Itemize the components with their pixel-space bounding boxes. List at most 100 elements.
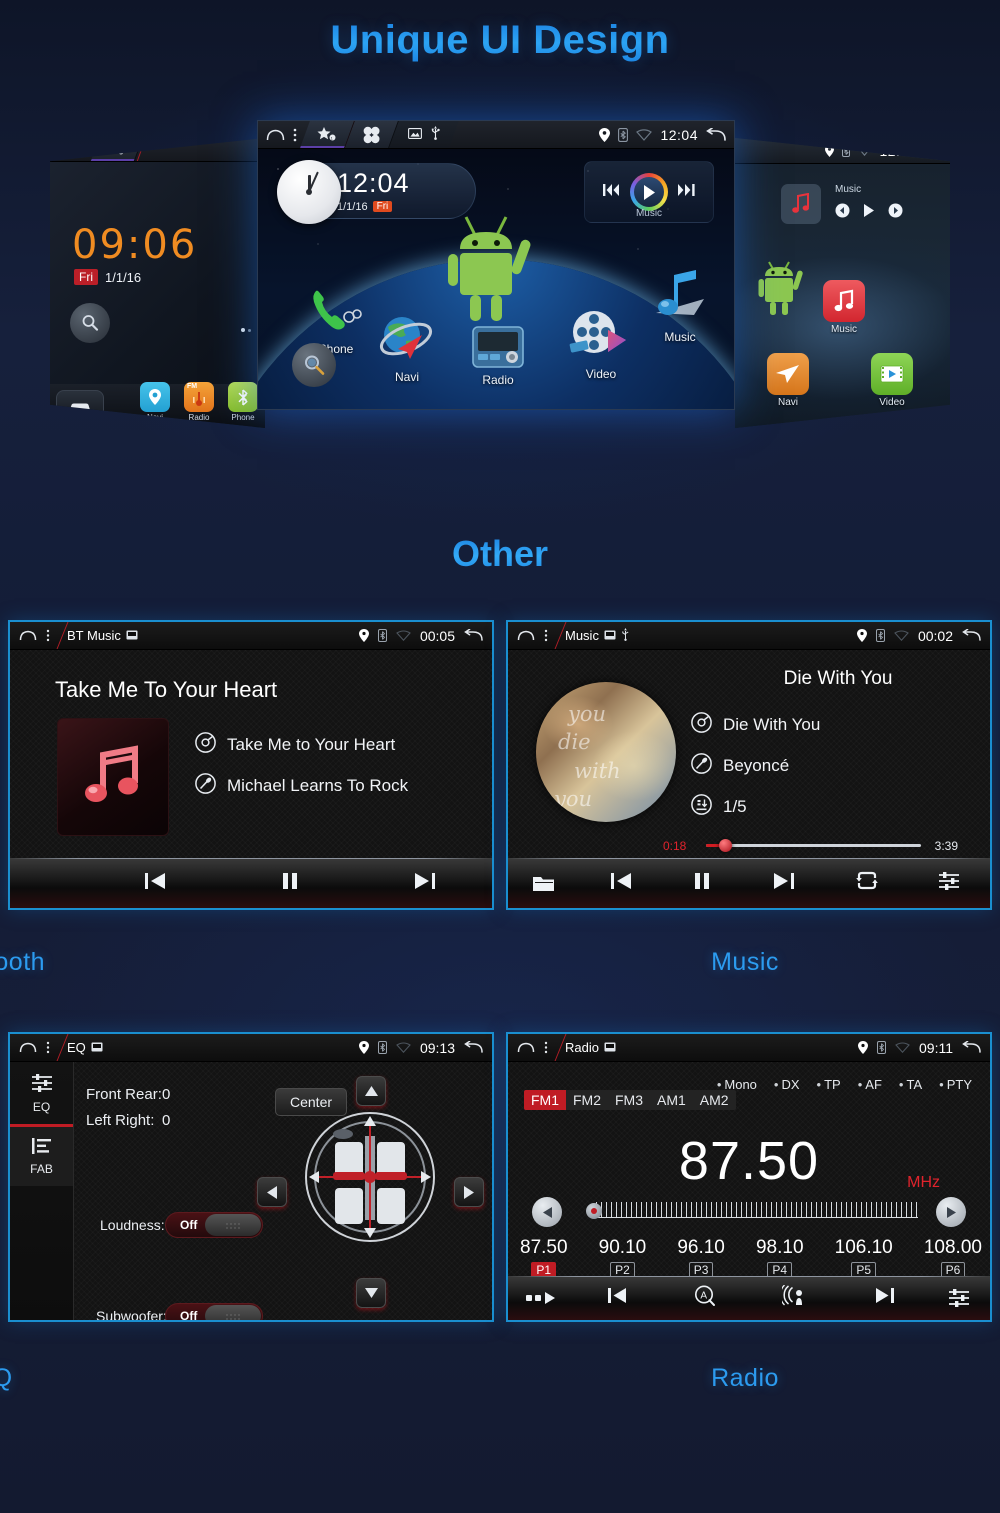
music-progress-bar[interactable]: [706, 839, 921, 852]
fader-balance-icon: [31, 1137, 53, 1158]
next-track-icon[interactable]: [678, 183, 695, 201]
apps-grid-icon[interactable]: [362, 126, 381, 144]
scan-list-icon[interactable]: [508, 1292, 574, 1304]
next-track-icon[interactable]: [412, 872, 436, 895]
next-track-icon[interactable]: [771, 872, 795, 895]
preset-1[interactable]: 87.50 P1: [520, 1237, 568, 1279]
rds-dx[interactable]: • DX: [774, 1077, 800, 1092]
equalizer-icon[interactable]: [928, 1288, 990, 1308]
back-arrow-icon[interactable]: [925, 144, 942, 157]
left-app-navi[interactable]: Navi: [138, 382, 172, 422]
home-icon[interactable]: [517, 1042, 535, 1053]
band-am1[interactable]: AM1: [650, 1090, 693, 1110]
home-icon[interactable]: [266, 129, 285, 141]
page-title: Unique UI Design: [0, 18, 1000, 63]
auto-search-icon[interactable]: A: [694, 1285, 716, 1312]
usb-icon[interactable]: [431, 126, 440, 143]
next-circle-icon[interactable]: [888, 203, 903, 223]
arrow-up-icon[interactable]: [356, 1076, 386, 1106]
equalizer-icon[interactable]: [938, 871, 960, 896]
band-fm1[interactable]: FM1: [524, 1090, 566, 1110]
previous-track-icon[interactable]: [144, 872, 168, 895]
right-app-navi[interactable]: Navi: [767, 353, 809, 408]
app-video[interactable]: Video: [558, 306, 644, 381]
app-navi[interactable]: Navi: [368, 313, 446, 384]
arrow-left-icon[interactable]: [257, 1177, 287, 1207]
previous-track-icon[interactable]: [607, 1287, 629, 1309]
rds-af[interactable]: • AF: [858, 1077, 882, 1092]
right-app-music[interactable]: Music: [823, 280, 865, 335]
pause-icon[interactable]: [693, 872, 711, 895]
preset-3[interactable]: 96.10 P3: [677, 1237, 725, 1279]
kebab-menu-icon[interactable]: [46, 629, 50, 642]
rds-tp[interactable]: • TP: [817, 1077, 841, 1092]
back-arrow-icon[interactable]: [464, 1041, 483, 1054]
fader-balance-pad[interactable]: [305, 1112, 435, 1242]
favorites-star-icon[interactable]: [109, 143, 124, 156]
play-icon[interactable]: [630, 173, 668, 211]
bluetooth-panel: BT Music 00:05 Take Me To Your Heart Tak…: [8, 620, 494, 910]
back-arrow-icon[interactable]: [962, 629, 981, 642]
previous-circle-icon[interactable]: [835, 203, 850, 223]
previous-track-icon[interactable]: [610, 872, 634, 895]
band-fm2[interactable]: FM2: [566, 1090, 608, 1110]
kebab-menu-icon[interactable]: [46, 1041, 50, 1054]
subwoofer-toggle[interactable]: Off: [165, 1303, 263, 1320]
folder-icon[interactable]: [508, 874, 580, 893]
search-magnifier-icon[interactable]: [288, 343, 340, 387]
preset-4[interactable]: 98.10 P4: [756, 1237, 804, 1279]
music-track-row: Die With You: [691, 712, 820, 738]
rds-ta[interactable]: • TA: [899, 1077, 922, 1092]
tune-down-icon[interactable]: [532, 1197, 562, 1227]
loudness-toggle[interactable]: Off: [165, 1212, 263, 1238]
preset-2[interactable]: 90.10 P2: [599, 1237, 646, 1279]
band-fm3[interactable]: FM3: [608, 1090, 650, 1110]
screenshot-icon[interactable]: [408, 127, 422, 142]
search-icon[interactable]: [70, 303, 110, 343]
left-app-phone[interactable]: Phone: [226, 382, 260, 422]
left-app-radio[interactable]: FM Radio: [182, 382, 216, 422]
back-arrow-icon[interactable]: [706, 127, 726, 142]
home-icon[interactable]: [517, 630, 535, 641]
left-app-label: Radio: [188, 413, 210, 422]
app-label: Navi: [394, 370, 419, 384]
band-am2[interactable]: AM2: [693, 1090, 736, 1110]
home-icon[interactable]: [19, 630, 37, 641]
clock-widget[interactable]: 12:04 1/1/16 Fri: [277, 160, 476, 224]
kebab-menu-icon[interactable]: [79, 144, 83, 156]
repeat-icon[interactable]: [855, 871, 879, 895]
preset-6[interactable]: 108.00 P6: [924, 1237, 982, 1279]
home-icon[interactable]: [56, 145, 71, 155]
kebab-menu-icon[interactable]: [293, 128, 297, 142]
back-arrow-icon[interactable]: [464, 629, 483, 642]
car-icon[interactable]: [56, 390, 104, 424]
play-icon[interactable]: [863, 204, 875, 222]
tune-up-icon[interactable]: [936, 1197, 966, 1227]
music-widget[interactable]: Music: [584, 161, 714, 223]
right-music-widget-icon[interactable]: [781, 184, 821, 224]
previous-track-icon[interactable]: [603, 183, 620, 201]
band-selector[interactable]: FM1 FM2 FM3 AM1 AM2: [524, 1090, 736, 1110]
sidebar-item-fab[interactable]: FAB: [10, 1124, 73, 1186]
right-status-time: 12:04: [879, 142, 917, 159]
preset-5[interactable]: 106.10 P5: [835, 1237, 893, 1279]
antenna-icon[interactable]: [779, 1284, 808, 1311]
back-arrow-icon[interactable]: [962, 1041, 981, 1054]
music-bottom-bar: [508, 858, 990, 908]
kebab-menu-icon[interactable]: [544, 1041, 548, 1054]
arrow-right-icon[interactable]: [454, 1177, 484, 1207]
next-track-icon[interactable]: [873, 1287, 895, 1309]
sidebar-item-eq[interactable]: EQ: [10, 1062, 73, 1124]
home-icon[interactable]: [19, 1042, 37, 1053]
rds-pty[interactable]: • PTY: [939, 1077, 972, 1092]
favorites-star-icon[interactable]: 1: [317, 127, 337, 142]
app-radio[interactable]: Radio: [463, 326, 533, 387]
tuning-dial[interactable]: [586, 1202, 918, 1219]
app-label: Video: [585, 367, 617, 381]
pause-icon[interactable]: [281, 872, 299, 895]
android-robot-icon: [757, 256, 809, 323]
app-music[interactable]: Music: [640, 269, 720, 344]
arrow-down-icon[interactable]: [356, 1278, 386, 1308]
right-app-video[interactable]: Video: [871, 353, 913, 408]
kebab-menu-icon[interactable]: [544, 629, 548, 642]
